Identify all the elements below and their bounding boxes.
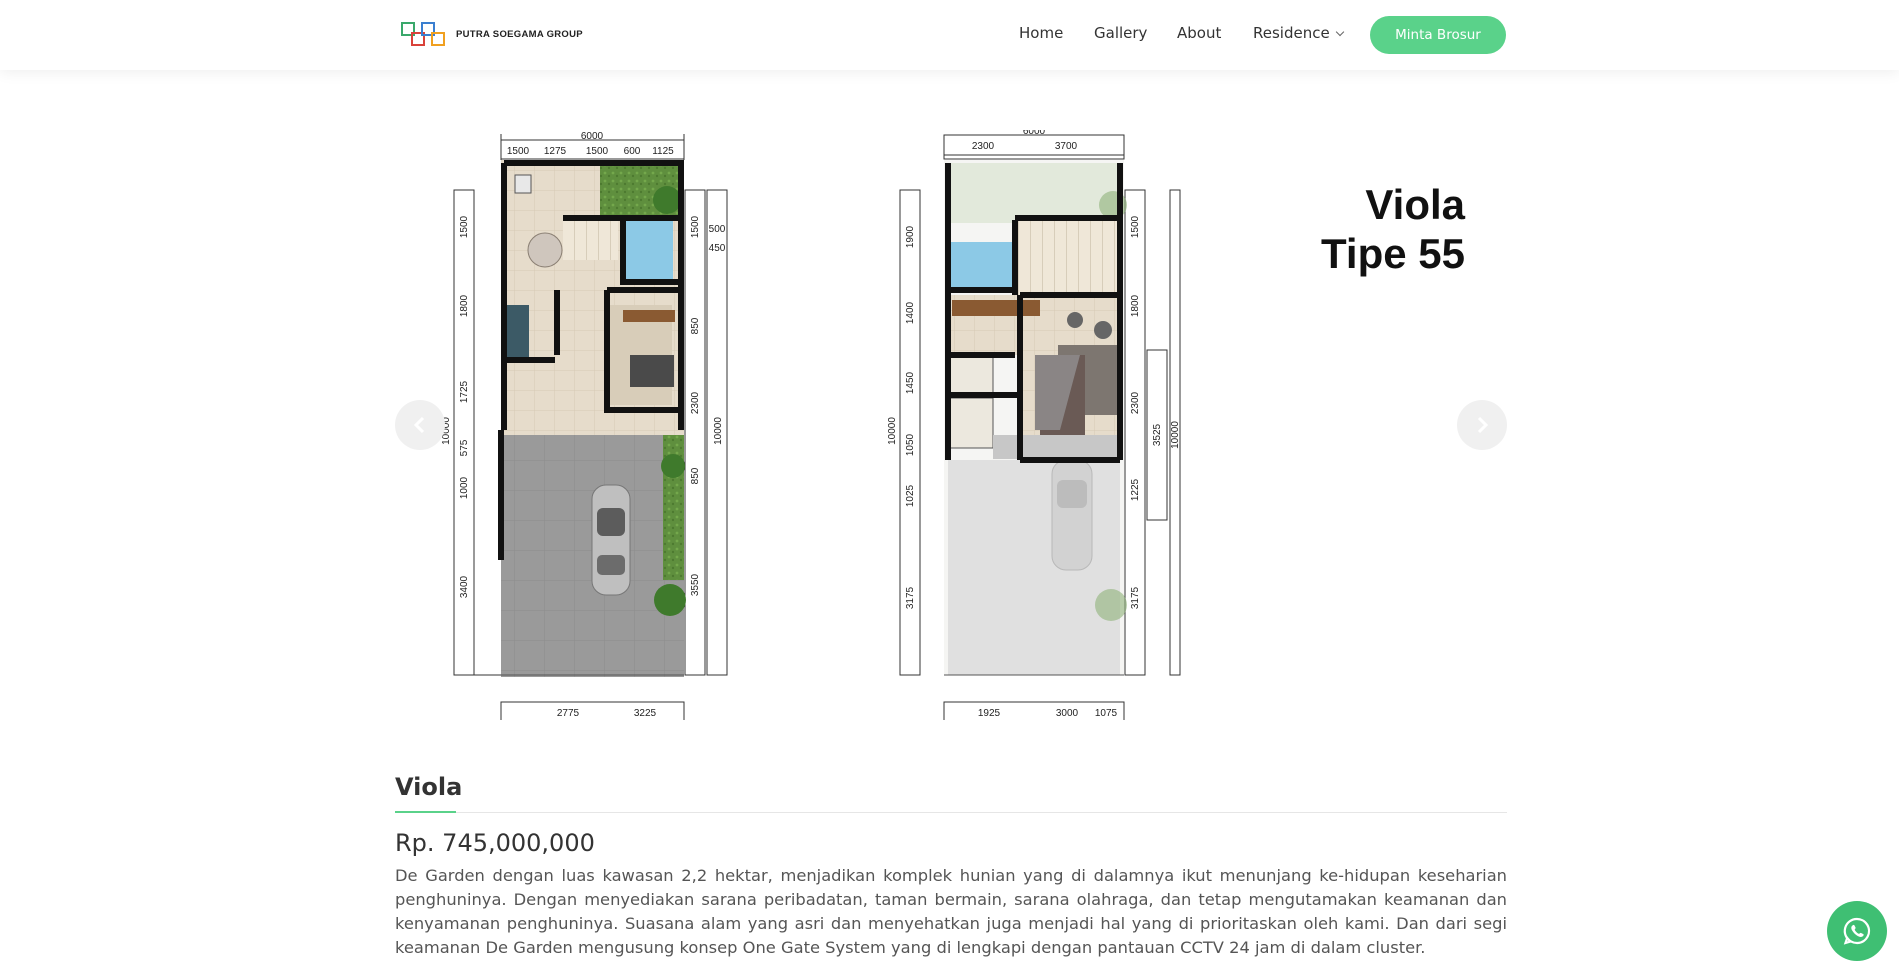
svg-text:3700: 3700 [1055,141,1078,152]
nav-about[interactable]: About [1177,24,1221,42]
property-price: Rp. 745,000,000 [395,829,595,857]
svg-text:3550: 3550 [690,573,701,596]
svg-text:450: 450 [709,243,726,254]
svg-text:1500: 1500 [586,146,609,157]
svg-text:10000: 10000 [713,417,724,445]
svg-text:500: 500 [709,224,726,235]
svg-text:3000: 3000 [1056,708,1079,719]
site-header: PUTRA SOEGAMA GROUP Home Gallery About R… [0,0,1899,70]
title-accent-bar [395,811,456,813]
ground-floor-plan: 6000 1500 1275 1500 600 1125 1500 1800 1… [441,131,728,720]
logo-icon [401,20,447,48]
svg-text:3175: 3175 [1130,586,1141,609]
floorplan-carousel: 6000 1500 1275 1500 600 1125 1500 1800 1… [395,130,1507,720]
nav-home[interactable]: Home [1019,24,1063,42]
svg-text:1050: 1050 [905,433,916,456]
svg-text:2300: 2300 [1130,391,1141,414]
svg-text:1800: 1800 [1130,294,1141,317]
svg-text:2775: 2775 [557,708,580,719]
chevron-down-icon [1335,27,1344,37]
svg-text:3225: 3225 [634,708,657,719]
svg-text:3175: 3175 [905,586,916,609]
nav-residence[interactable]: Residence [1253,24,1344,42]
carousel-prev-button[interactable] [395,400,445,450]
svg-text:1275: 1275 [544,146,567,157]
nav-residence-label: Residence [1253,24,1330,42]
svg-text:1025: 1025 [905,484,916,507]
title-divider [395,812,1507,813]
logo[interactable]: PUTRA SOEGAMA GROUP [401,20,583,48]
svg-text:1000: 1000 [459,476,470,499]
svg-text:10000: 10000 [887,417,898,445]
svg-text:1925: 1925 [978,708,1001,719]
plan-title-name: Viola [1365,181,1465,228]
svg-text:6000: 6000 [1023,130,1046,137]
svg-text:1075: 1075 [1095,708,1118,719]
carousel-next-button[interactable] [1457,400,1507,450]
request-brochure-button[interactable]: Minta Brosur [1370,16,1506,54]
svg-text:6000: 6000 [581,131,604,142]
svg-text:2300: 2300 [972,141,995,152]
chevron-left-icon [413,416,425,434]
svg-text:575: 575 [459,439,470,456]
svg-text:850: 850 [690,467,701,484]
svg-text:1450: 1450 [905,371,916,394]
svg-text:10000: 10000 [1170,421,1181,449]
svg-text:600: 600 [624,146,641,157]
svg-text:1400: 1400 [905,301,916,324]
svg-text:3400: 3400 [459,575,470,598]
plan-title: Viola Tipe 55 [1321,180,1465,278]
svg-text:1725: 1725 [459,380,470,403]
property-description: De Garden dengan luas kawasan 2,2 hektar… [395,866,1507,957]
whatsapp-icon [1843,917,1871,945]
upper-floor-plan: 6000 2300 3700 1900 1400 1450 1050 1025 … [887,130,1181,720]
svg-text:1500: 1500 [1130,215,1141,238]
svg-text:1500: 1500 [507,146,530,157]
svg-text:1500: 1500 [690,215,701,238]
chevron-right-icon [1477,416,1489,434]
svg-text:2300: 2300 [690,391,701,414]
logo-text: PUTRA SOEGAMA GROUP [456,28,583,40]
property-title: Viola [395,773,463,801]
plan-title-type: Tipe 55 [1321,230,1465,277]
svg-text:1900: 1900 [905,225,916,248]
svg-text:1225: 1225 [1130,478,1141,501]
svg-text:1500: 1500 [459,215,470,238]
svg-text:850: 850 [690,317,701,334]
svg-text:3525: 3525 [1152,423,1163,446]
svg-text:1800: 1800 [459,294,470,317]
nav-gallery[interactable]: Gallery [1094,24,1147,42]
whatsapp-button[interactable] [1827,901,1887,961]
svg-text:1125: 1125 [652,146,674,157]
